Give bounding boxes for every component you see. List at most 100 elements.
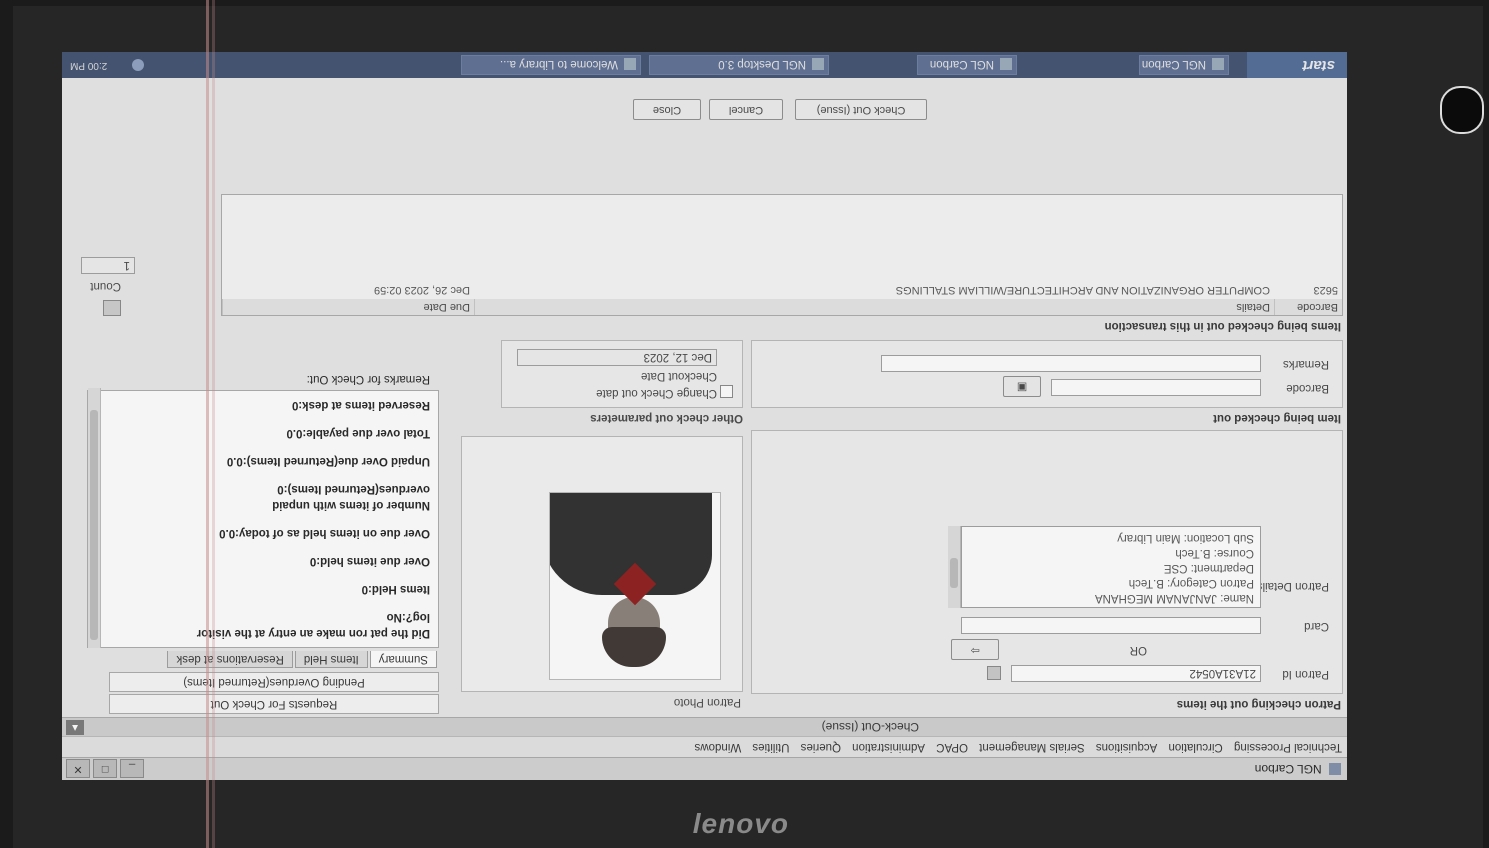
item-group-title: Item being checked out	[1213, 412, 1341, 424]
card-input[interactable]	[961, 617, 1261, 634]
summary-unpaid-overdue: Unpaid Over due(Returned Items):0.0	[226, 455, 430, 467]
photo-hair	[602, 627, 666, 667]
patron-lookup-icon[interactable]	[987, 666, 1001, 680]
camera-dot	[1440, 86, 1484, 134]
menu-utilities[interactable]: Utilities	[752, 741, 789, 753]
remarks-label: Remarks	[1282, 358, 1329, 370]
card-label: Card	[1304, 620, 1329, 632]
maximize-button[interactable]: □	[93, 759, 117, 778]
summary-overdue-held: Over due items held:0	[309, 555, 430, 567]
summary-unpaid-items-2: overdues(Returned Items):0	[277, 483, 430, 495]
window-icon	[1212, 58, 1224, 70]
summary-total-payable: Total over due payable:0.0	[286, 427, 430, 439]
scroll-thumb[interactable]	[90, 410, 98, 640]
patron-group-title: Patron checking out the items	[1176, 698, 1341, 710]
menu-bar: Technical Processing Circulation Acquisi…	[62, 736, 1347, 757]
other-params-title: Other check out parameters	[590, 412, 743, 424]
patron-details-box: Name: JANJANAM MEGHANA Patron Category: …	[961, 526, 1261, 608]
change-date-checkbox[interactable]	[720, 385, 733, 398]
summary-overdue-today: Over due on items held as of today:0.0	[219, 527, 430, 539]
requests-checkout-link[interactable]: Requests For Check Out	[109, 694, 439, 714]
window-title: NGL Carbon	[1254, 762, 1322, 776]
screen: NGL Carbon _ □ ✕ Technical Processing Ci…	[62, 52, 1347, 780]
checkout-date-label: Checkout Date	[640, 370, 717, 382]
summary-items-held: Items Held:0	[361, 583, 430, 595]
tab-summary[interactable]: Summary	[369, 651, 437, 668]
checkout-issue-button[interactable]: Check Out (Issue)	[795, 99, 927, 120]
taskbar: start NGL Carbon NGL Carbon NGL Desktop …	[62, 52, 1347, 78]
table-row[interactable]: 5623 COMPUTER ORGANIZATION AND ARCHITECT…	[222, 281, 1342, 315]
summary-reserved: Reserved items at desk:0	[291, 399, 430, 411]
summary-visitor-log-answer: log?:No	[386, 611, 430, 623]
patron-details-scrollbar[interactable]	[948, 526, 961, 608]
menu-serials-management[interactable]: Serials Management	[979, 741, 1084, 753]
task-ngl-carbon-2[interactable]: NGL Carbon	[917, 55, 1017, 75]
window-icon	[1000, 58, 1012, 70]
patron-department: Department: CSE	[1163, 562, 1254, 574]
pending-overdues-link[interactable]: Pending Overdues(Returned Items)	[109, 672, 439, 692]
menu-opac[interactable]: OPAC	[936, 741, 968, 753]
card-swipe-button[interactable]: ⇨	[951, 639, 999, 660]
patron-course: Course: B.Tech	[1175, 547, 1254, 559]
transaction-table: Barcode Details Due Date 5623 COMPUTER O…	[221, 194, 1343, 316]
patron-photo-label: Patron Photo	[673, 696, 741, 708]
photo-scene: lenovo NGL Carbon _ □ ✕ Technical Proces…	[0, 0, 1489, 848]
start-button[interactable]: start	[1247, 52, 1347, 78]
cell-details: COMPUTER ORGANIZATION AND ARCHITECTURE/W…	[895, 284, 1270, 296]
patron-id-input[interactable]: 21A31A0542	[1011, 665, 1261, 682]
close-dialog-button[interactable]: Close	[633, 99, 701, 120]
barcode-scan-icon[interactable]: ▣	[1003, 376, 1041, 397]
app-icon	[1329, 763, 1341, 775]
window-titlebar: NGL Carbon _ □ ✕	[62, 757, 1347, 780]
scroll-thumb[interactable]	[950, 558, 958, 588]
browser-icon	[624, 58, 636, 70]
checkout-date-input[interactable]: Dec 12, 2023	[517, 349, 717, 366]
item-panel	[751, 340, 1343, 408]
patron-name: Name: JANJANAM MEGHANA	[1094, 592, 1254, 604]
menu-queries[interactable]: Queries	[801, 741, 841, 753]
cell-barcode: 5623	[1313, 284, 1338, 296]
cancel-button[interactable]: Cancel	[709, 99, 783, 120]
menu-acquisitions[interactable]: Acquisitions	[1096, 741, 1157, 753]
dialog-title: Check-Out (Issue)	[62, 717, 1347, 736]
monitor-photo: lenovo NGL Carbon _ □ ✕ Technical Proces…	[0, 0, 1489, 848]
dialog-close-icon[interactable]: ▲	[66, 720, 84, 735]
tab-reservations[interactable]: Reservations at desk	[167, 651, 293, 668]
cell-due-date: Dec 26, 2023 02:59	[373, 284, 470, 296]
moire-stripe	[212, 0, 215, 848]
count-label: Count	[90, 280, 121, 292]
patron-id-label: Patron Id	[1282, 668, 1329, 680]
summary-scrollbar[interactable]	[88, 388, 101, 648]
task-ngl-carbon-1[interactable]: NGL Carbon	[1139, 55, 1229, 75]
delete-row-icon[interactable]	[103, 300, 121, 316]
patron-sublocation: Sub Location: Main Library	[1117, 532, 1254, 544]
remarks-input[interactable]	[881, 355, 1261, 372]
close-button[interactable]: ✕	[66, 759, 90, 778]
window-icon	[812, 58, 824, 70]
patron-photo	[549, 492, 721, 680]
task-welcome-library[interactable]: Welcome to Library a...	[461, 55, 641, 75]
task-ngl-desktop[interactable]: NGL Desktop 3.0	[649, 55, 829, 75]
tab-items-held[interactable]: Items Held	[294, 651, 368, 668]
patron-category: Patron Category: B.Tech	[1128, 577, 1254, 589]
summary-remarks: Remarks for Check Out:	[306, 373, 430, 385]
task-label: NGL Carbon	[929, 58, 994, 70]
barcode-label: Barcode	[1286, 382, 1329, 394]
tray-network-icon[interactable]	[132, 59, 144, 71]
summary-unpaid-items: Number of items with unpaid	[272, 499, 430, 511]
task-label: Welcome to Library a...	[499, 58, 618, 70]
patron-details-label: Patron Details	[1256, 580, 1329, 592]
barcode-input[interactable]	[1051, 379, 1261, 396]
or-label: OR	[1129, 644, 1147, 656]
minimize-button[interactable]: _	[120, 759, 144, 778]
summary-panel: Did the pat ron make an entry at the vis…	[87, 373, 439, 648]
menu-circulation[interactable]: Circulation	[1168, 741, 1222, 753]
transaction-group-title: Items being checked out in this transact…	[1104, 320, 1341, 332]
menu-windows[interactable]: Windows	[695, 741, 742, 753]
menu-administration[interactable]: Administration	[852, 741, 925, 753]
count-value: 1	[81, 257, 135, 274]
window-controls: _ □ ✕	[66, 759, 144, 778]
menu-technical-processing[interactable]: Technical Processing	[1234, 741, 1342, 753]
task-label: NGL Desktop 3.0	[718, 58, 806, 70]
brand-logo: lenovo	[692, 808, 789, 839]
